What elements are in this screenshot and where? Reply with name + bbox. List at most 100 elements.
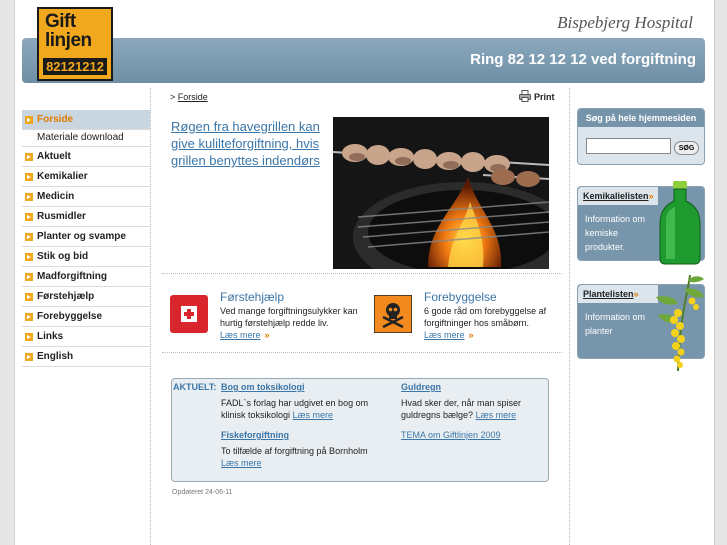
search-input[interactable] [586,138,671,154]
double-chevron-icon: » [648,191,654,201]
nav-item-label: Aktuelt [37,151,71,162]
logo-line1: Gift [45,11,76,32]
search-title: Søg på hele hjemmesiden [578,109,704,127]
nav-bullet-icon [25,233,33,241]
chemical-list-link[interactable]: Kemikalielisten» [578,187,658,205]
more-link-label: Læs mere [424,330,465,340]
nav-item-planter-og-svampe[interactable]: Planter og svampe [22,227,150,247]
plant-list-text: Information om planter [585,312,646,336]
double-chevron-icon: » [633,289,639,299]
nav-bullet-icon [25,313,33,321]
nav-item-english[interactable]: English [22,347,150,367]
nav-item-label: Links [37,331,64,342]
nav-item-medicin[interactable]: Medicin [22,187,150,207]
nav-bullet-icon [25,293,33,301]
plant-list-link[interactable]: Plantelisten» [578,285,658,303]
plant-list-box[interactable]: Plantelisten» Information om planter [577,274,705,372]
chemical-list-box[interactable]: Kemikalielisten» Information om kemiske … [577,181,705,265]
feature-headline-link[interactable]: Røgen fra havegrillen kan give kuliltefo… [171,118,329,169]
section-divider [162,352,562,353]
section-divider [162,273,562,274]
news-item-more-link[interactable]: Læs mere [476,410,517,420]
nav-item-label: Materiale download [37,132,124,143]
breadcrumb: > Forside [170,92,208,102]
nav-bullet-icon [25,253,33,261]
nav-item-forebyggelse[interactable]: Forebyggelse [22,307,150,327]
news-box: AKTUELT: Bog om toksikologi FADL`s forla… [171,378,549,482]
column-divider-right [569,88,570,545]
news-item-title-link[interactable]: Guldregn [401,381,536,393]
breadcrumb-home-link[interactable]: Forside [178,92,208,102]
nav-item-label: Medicin [37,191,75,202]
promo-first-aid-more-link[interactable]: Læs mere» [220,330,270,340]
news-item-title-link[interactable]: Fiskeforgiftning [221,429,381,441]
skull-hazard-icon[interactable] [374,295,412,333]
hospital-name[interactable]: Bispebjerg Hospital [557,13,693,33]
news-item-text: Hvad sker der, når man spiser guldregns … [401,397,536,421]
last-updated: Opdateret 24-06-11 [172,489,233,496]
double-chevron-icon: » [264,330,270,340]
nav-bullet-icon [25,333,33,341]
nav-item-rusmidler[interactable]: Rusmidler [22,207,150,227]
promo-first-aid-text: Ved mange forgiftningsulykker kan hurtig… [220,306,358,328]
phone-banner: Ring 82 12 12 12 ved forgiftning [22,38,705,83]
nav-item-aktuelt[interactable]: Aktuelt [22,147,150,167]
nav-item-label: Kemikalier [37,171,88,182]
chemical-bottle-icon [659,181,701,265]
nav-item-stik-og-bid[interactable]: Stik og bid [22,247,150,267]
news-item-text-body: To tilfælde af forgiftning på Bornholm [221,446,368,456]
promo-prevention-more-link[interactable]: Læs mere» [424,330,474,340]
nav-item-label: Førstehjælp [37,291,95,302]
nav-item-links[interactable]: Links [22,327,150,347]
sidebar-nav: Forside Materiale download Aktuelt Kemik… [22,110,150,367]
nav-item-label: Forside [37,114,74,125]
chemical-list-title: Kemikalielisten [583,191,649,201]
nav-item-label: Madforgiftning [37,271,107,282]
search-button[interactable]: SØG [674,141,699,155]
logo-line2: linjen [45,30,92,51]
nav-item-label: English [37,351,74,362]
nav-item-materiale-download[interactable]: Materiale download [22,130,150,147]
nav-item-label: Planter og svampe [37,231,126,242]
printer-icon [519,90,531,102]
phone-banner-text: Ring 82 12 12 12 ved forgiftning [470,51,696,68]
news-item-more-link[interactable]: Læs mere [293,410,334,420]
first-aid-icon[interactable] [170,295,208,333]
search-box: Søg på hele hjemmesiden SØG [577,108,705,165]
print-button[interactable]: Print [519,90,555,102]
print-label: Print [534,92,555,102]
news-item-text: FADL`s forlag har udgivet en bog om klin… [221,397,381,421]
nav-bullet-icon [25,173,33,181]
nav-item-kemikalier[interactable]: Kemikalier [22,167,150,187]
nav-item-label: Rusmidler [37,211,86,222]
giftlinjen-logo[interactable]: Gift linjen 82121212 [37,7,113,81]
promo-first-aid-title[interactable]: Førstehjælp [220,290,284,304]
news-label: AKTUELT: [173,382,217,392]
news-item: Guldregn Hvad sker der, når man spiser g… [401,381,536,421]
news-item: Bog om toksikologi FADL`s forlag har udg… [221,381,381,421]
plant-list-title: Plantelisten [583,289,634,299]
column-divider-left [150,88,151,545]
nav-item-forside[interactable]: Forside [22,110,150,130]
nav-bullet-icon [25,353,33,361]
nav-bullet-icon [25,213,33,221]
news-item-more-link[interactable]: Læs mere [221,458,262,468]
chemical-list-text: Information om kemiske produkter. [585,214,646,252]
grill-photo[interactable] [333,117,549,269]
grill-image [333,117,549,269]
nav-item-label: Forebyggelse [37,311,103,322]
promo-prevention-title[interactable]: Forebyggelse [424,290,497,304]
nav-item-label: Stik og bid [37,251,89,262]
nav-bullet-icon [25,153,33,161]
logo-number: 82121212 [43,58,107,75]
news-item-title-link[interactable]: Bog om toksikologi [221,381,381,393]
nav-item-madforgiftning[interactable]: Madforgiftning [22,267,150,287]
nav-bullet-icon [25,193,33,201]
theme-link[interactable]: TEMA om Giftlinjen 2009 [401,430,501,440]
nav-bullet-icon [25,116,33,124]
more-link-label: Læs mere [220,330,261,340]
laburnum-plant-icon [656,274,704,372]
promo-prevention-text: 6 gode råd om forebyggelse af forgiftnin… [424,306,547,328]
nav-item-forstehjaelp[interactable]: Førstehjælp [22,287,150,307]
nav-bullet-icon [25,273,33,281]
